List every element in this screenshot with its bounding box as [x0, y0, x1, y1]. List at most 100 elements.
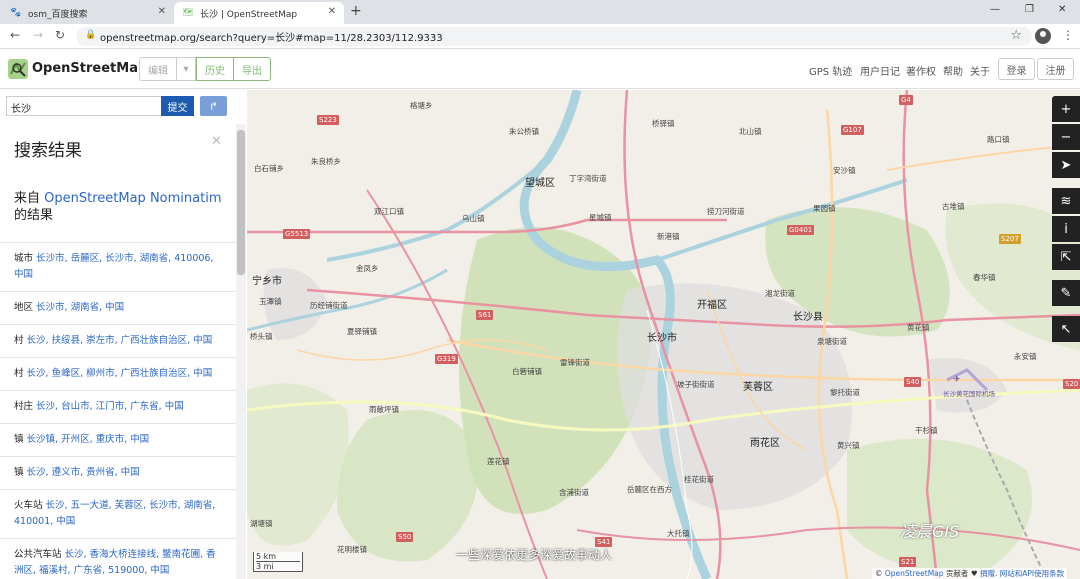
list-item: 公共汽车站 长沙, 香海大桥连接线, 鳖南花圃, 香洲区, 福溪村, 广东省, …	[0, 538, 236, 579]
result-link[interactable]: 长沙, 扶绥县, 崇左市, 广西壮族自治区, 中国	[27, 335, 213, 346]
donate-link[interactable]: 捐赠	[980, 569, 995, 578]
layers-icon[interactable]: ≋	[1052, 188, 1080, 214]
profile-icon[interactable]	[1035, 28, 1051, 44]
tab-osm-baidu[interactable]: 🐾 osm_百度搜索 ✕	[2, 2, 174, 24]
tab-title: osm_百度搜索	[28, 9, 88, 20]
result-type: 公共汽车站	[14, 549, 62, 560]
nav-gps-traces[interactable]: GPS 轨迹	[809, 63, 852, 78]
osm-attribution-link[interactable]: OpenStreetMap	[885, 569, 944, 578]
nav-about[interactable]: 关于	[970, 63, 990, 78]
info-icon[interactable]: i	[1052, 216, 1080, 242]
map-label: 黎托街道	[830, 388, 860, 397]
map-label: 干杉镇	[915, 426, 938, 435]
new-tab-button[interactable]: +	[350, 3, 362, 19]
legal-link[interactable]: 网站和API使用条款	[1000, 569, 1064, 578]
road-shield: S20	[1063, 379, 1080, 389]
menu-icon[interactable]: ⋮	[1062, 28, 1074, 42]
tab-openstreetmap[interactable]: 🗺 长沙 | OpenStreetMap ✕	[174, 2, 344, 24]
road-shield: G0401	[787, 225, 815, 235]
minimize-icon[interactable]: —	[990, 4, 1000, 15]
result-type: 镇	[14, 467, 24, 478]
url-text: openstreetmap.org/search?query=长沙#map=11…	[100, 33, 443, 44]
signup-button[interactable]: 注册	[1037, 58, 1074, 80]
result-link[interactable]: 长沙, 遵义市, 贵州省, 中国	[27, 467, 140, 478]
sidebar-scrollbar[interactable]	[236, 124, 246, 579]
result-type: 城市	[14, 253, 34, 264]
results-source: 来自 OpenStreetMap Nominatim 的结果	[14, 190, 229, 224]
map-label: 白石铺乡	[254, 164, 284, 173]
map-label: 乌山镇	[462, 214, 485, 223]
scrollbar-thumb[interactable]	[237, 130, 245, 275]
zoom-in-button[interactable]: +	[1052, 96, 1080, 122]
result-link[interactable]: 长沙镇, 开州区, 重庆市, 中国	[27, 434, 150, 445]
nominatim-link[interactable]: OpenStreetMap Nominatim	[44, 191, 221, 206]
result-type: 村庄	[14, 401, 34, 412]
logo-text[interactable]: OpenStreetMap	[32, 61, 147, 76]
map-label: 朱公桥镇	[509, 127, 539, 136]
forward-icon[interactable]: →	[33, 28, 43, 42]
url-field[interactable]: 🔒 openstreetmap.org/search?query=长沙#map=…	[76, 27, 1032, 46]
map-label: 春华镇	[973, 273, 996, 282]
video-subtitle: 一些深爱依更多深爱故事动人	[456, 548, 613, 562]
close-tab-icon[interactable]: ✕	[158, 6, 166, 17]
reload-icon[interactable]: ↻	[55, 28, 65, 42]
search-input[interactable]: 长沙	[6, 96, 162, 116]
edit-dropdown-icon[interactable]: ▾	[177, 57, 196, 81]
map-label: 湖塘镇	[250, 519, 273, 528]
map-label: 丁字湾街道	[569, 174, 607, 183]
bookmark-star-icon[interactable]: ☆	[1010, 28, 1022, 43]
close-tab-icon[interactable]: ✕	[328, 6, 336, 17]
road-shield: S61	[476, 310, 494, 320]
list-item: 城市 长沙市, 岳麓区, 长沙市, 湖南省, 410006, 中国	[0, 242, 236, 291]
result-link[interactable]: 长沙市, 湖南省, 中国	[36, 302, 124, 313]
nav-copyright[interactable]: 著作权	[906, 63, 936, 78]
list-item: 镇 长沙镇, 开州区, 重庆市, 中国	[0, 423, 236, 456]
road-shield: S207	[999, 234, 1021, 244]
map-label: 长沙市	[647, 333, 677, 344]
close-icon[interactable]: ✕	[211, 134, 222, 149]
map-label: 星城镇	[589, 213, 612, 222]
road-shield: G319	[435, 354, 458, 364]
nav-user-diaries[interactable]: 用户日记	[860, 63, 900, 78]
list-item: 村庄 长沙, 台山市, 江门市, 广东省, 中国	[0, 390, 236, 423]
map-label: 双江口镇	[374, 207, 404, 216]
export-button[interactable]: 导出	[234, 57, 271, 81]
address-toolbar: ← → ↻ 🔒 openstreetmap.org/search?query=长…	[0, 24, 1080, 49]
share-icon[interactable]: ⇱	[1052, 244, 1080, 270]
locate-icon[interactable]: ➤	[1052, 152, 1080, 178]
map-canvas[interactable]: 格塘乡 朱公桥镇 桥驿镇 北山镇 白石铺乡 朱良桥乡 丁字湾街道 望城区 安沙镇…	[247, 90, 1080, 579]
map-label: 格塘乡	[410, 101, 433, 110]
edit-button[interactable]: 编辑	[139, 57, 177, 81]
result-link[interactable]: 长沙, 台山市, 江门市, 广东省, 中国	[36, 401, 184, 412]
contributors-text: 贡献者	[945, 569, 969, 578]
road-shield: G5513	[283, 229, 311, 239]
map-label: 捞刀河街道	[707, 207, 745, 216]
list-item: 村 长沙, 鱼峰区, 柳州市, 广西壮族自治区, 中国	[0, 357, 236, 390]
login-button[interactable]: 登录	[998, 58, 1035, 80]
map-label: 桂花街道	[684, 475, 714, 484]
back-icon[interactable]: ←	[10, 28, 20, 42]
submit-button[interactable]: 提交	[161, 96, 194, 116]
zoom-out-button[interactable]: −	[1052, 124, 1080, 150]
source-suffix: 的结果	[14, 208, 54, 223]
road-shield: G107	[841, 125, 864, 135]
lock-icon: 🔒	[85, 30, 97, 40]
map-label: 长沙黄花国际机场	[943, 390, 995, 398]
result-link[interactable]: 长沙, 鱼峰区, 柳州市, 广西壮族自治区, 中国	[27, 368, 213, 379]
result-link[interactable]: 长沙, 五一大道, 芙蓉区, 长沙市, 湖南省, 410001, 中国	[14, 500, 215, 527]
add-note-icon[interactable]: ✎	[1052, 280, 1080, 306]
map-label: 坡子街街道	[677, 380, 715, 389]
nav-help[interactable]: 帮助	[943, 63, 963, 78]
osm-logo-icon[interactable]	[8, 59, 28, 79]
map-label: 宁乡市	[252, 276, 282, 287]
list-item: 火车站 长沙, 五一大道, 芙蓉区, 长沙市, 湖南省, 410001, 中国	[0, 489, 236, 538]
maximize-icon[interactable]: ❐	[1025, 4, 1034, 15]
map-label: 湘龙街道	[765, 289, 795, 298]
query-features-icon[interactable]: ↖	[1052, 316, 1080, 342]
directions-icon[interactable]: ↱	[200, 96, 227, 116]
map-label: 路口镇	[987, 135, 1010, 144]
history-button[interactable]: 历史	[196, 57, 234, 81]
close-window-icon[interactable]: ✕	[1058, 4, 1066, 15]
result-link[interactable]: 长沙市, 岳麓区, 长沙市, 湖南省, 410006, 中国	[14, 253, 214, 280]
scale-mi: 3 mi	[256, 562, 274, 571]
